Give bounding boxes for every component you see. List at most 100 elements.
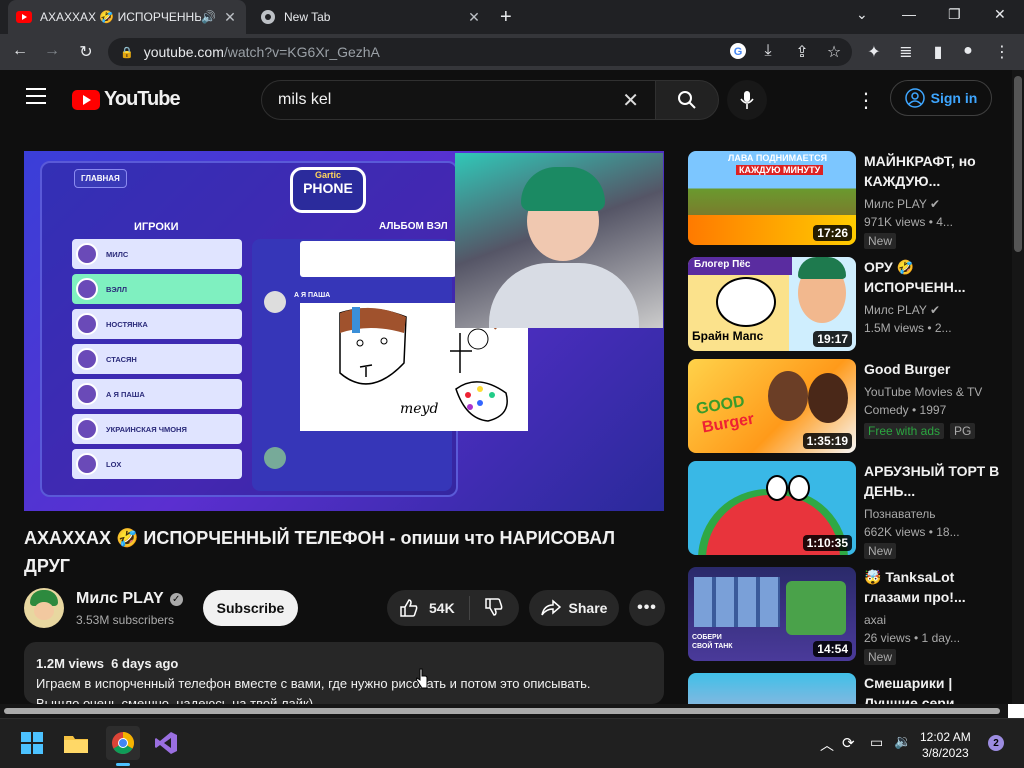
player-avatar [76, 383, 98, 405]
clock-date: 3/8/2023 [921, 746, 969, 760]
dislike-button[interactable] [484, 597, 504, 620]
chrome-menu-icon[interactable]: ⋮ [992, 42, 1012, 62]
clear-search-icon[interactable]: ✕ [622, 88, 639, 113]
player-avatar [76, 418, 98, 440]
forward-icon[interactable]: → [42, 42, 62, 60]
video-thumbnail[interactable]: GOOD Burger 1:35:19 [688, 359, 856, 453]
visual-studio-icon[interactable] [152, 729, 180, 757]
search-input[interactable]: mils kel ✕ [261, 80, 656, 120]
player-avatar [76, 313, 98, 335]
verified-icon: ✔ [929, 303, 941, 317]
scrollbar-thumb[interactable] [1014, 76, 1022, 252]
video-thumbnail[interactable]: 1:10:35 [688, 461, 856, 555]
logo-text: YouTube [104, 88, 181, 110]
close-tab-icon[interactable]: ✕ [222, 9, 238, 26]
minimize-button[interactable]: — [902, 6, 916, 22]
players-list: МИЛС ВЭЛЛ НОСТЯНКА СТАСЯН А Я ПАША УКРАИНСКАЯ… [72, 239, 242, 484]
player-name: А Я ПАША [106, 389, 145, 399]
video-thumbnail[interactable]: ЛАВА ПОДНИМАЕТСЯ КАЖДУЮ МИНУТУ 17:26 [688, 151, 856, 245]
tab-new-tab[interactable]: New Tab ✕ [252, 0, 490, 34]
recommendation-title: Смешарики | Лучшие сери... [864, 675, 967, 704]
verified-icon: ✔ [929, 197, 941, 211]
album-header: АЛЬБОМ ВЭЛ [379, 221, 448, 232]
recommendation-item[interactable]: Смешарики | Лучшие сери... [688, 673, 1008, 704]
close-window-button[interactable]: ✕ [994, 6, 1006, 23]
tab-youtube-video[interactable]: АХАХХАХ 🤣 ИСПОРЧЕННЫЙ ТЕЛЕФОН 🔊 ✕ [8, 0, 246, 34]
recommendation-item[interactable]: 1:10:35 АРБУЗНЫЙ ТОРТ В ДЕНЬ... Познават… [688, 461, 1008, 559]
more-actions-button[interactable]: ••• [629, 590, 665, 626]
player-name: СТАСЯН [106, 354, 137, 364]
description-line-2: Вышло очень смешно, надеюсь на твой лайк… [36, 696, 314, 704]
recommendation-item[interactable]: ЛАВА ПОДНИМАЕТСЯ КАЖДУЮ МИНУТУ 17:26 МАЙ… [688, 151, 1008, 249]
notification-badge[interactable]: 2 [988, 735, 1004, 751]
extensions-icon[interactable]: ✦ [864, 42, 884, 62]
restore-button[interactable]: ❐ [948, 6, 961, 23]
url-path: /watch?v=KG6Xr_GezhA [223, 44, 380, 60]
install-icon[interactable]: ⤓ [758, 42, 778, 60]
tab-title: New Tab [284, 10, 331, 24]
new-tab-button[interactable]: + [500, 6, 512, 29]
video-player[interactable]: ГЛАВНАЯ Gartic PHONE ИГРОКИ АЛЬБОМ ВЭЛ М… [24, 151, 664, 511]
side-panel-icon[interactable]: ▮ [928, 42, 948, 62]
tray-chevron-icon[interactable]: ︿ [820, 735, 834, 755]
video-description[interactable]: 1.2M views 6 days ago Играем в испорченн… [24, 642, 664, 704]
channel-name-link[interactable]: Милс PLAY ✓ [76, 590, 183, 608]
video-thumbnail[interactable] [688, 673, 856, 704]
search-query: mils kel [278, 91, 332, 108]
close-tab-icon[interactable]: ✕ [466, 9, 482, 26]
volume-icon[interactable]: 🔉 [894, 733, 911, 750]
more-options-icon[interactable]: ⋮ [856, 88, 876, 113]
game-player-row: LOX [72, 449, 242, 479]
sign-in-label: Sign in [930, 90, 978, 106]
recommendation-item[interactable]: Блогер Пёс Брайн Мапс 19:17 ОРУ 🤣 ИСПОРЧ… [688, 257, 1008, 353]
reload-icon[interactable]: ↻ [76, 42, 96, 62]
like-button[interactable]: 54K [399, 598, 455, 618]
windows-start-icon[interactable] [18, 729, 46, 757]
browser-tab-strip: АХАХХАХ 🤣 ИСПОРЧЕННЫЙ ТЕЛЕФОН 🔊 ✕ New Ta… [0, 0, 1024, 34]
media-control-icon[interactable]: ≣ [896, 42, 916, 62]
recommendation-meta: 971K views • 4... [864, 215, 953, 229]
chrome-taskbar-icon[interactable] [106, 726, 140, 760]
back-icon[interactable]: ← [10, 42, 30, 60]
speaker-icon[interactable]: 🔊 [201, 10, 216, 24]
tab-search-icon[interactable]: ⌄ [856, 6, 868, 23]
player-name: LOX [106, 459, 122, 469]
upload-age: 6 days ago [111, 656, 179, 671]
horizontal-scrollbar[interactable] [0, 704, 1012, 718]
video-thumbnail[interactable]: Блогер Пёс Брайн Мапс 19:17 [688, 257, 856, 351]
vertical-scrollbar[interactable] [1012, 70, 1024, 704]
sign-in-button[interactable]: Sign in [890, 80, 992, 116]
clock-time: 12:02 AM [920, 730, 971, 744]
recommendation-title: МАЙНКРАФТ, но КАЖДУЮ... [864, 153, 976, 189]
scrollbar-thumb[interactable] [4, 708, 1000, 714]
search-button[interactable] [655, 80, 719, 120]
recommendation-item[interactable]: СОБЕРИ СВОЙ ТАНК 14:54 🤯 TanksaLot глаза… [688, 567, 1008, 665]
browser-toolbar: ← → ↻ 🔒 youtube.com/watch?v=KG6Xr_GezhA … [0, 34, 1024, 70]
video-thumbnail[interactable]: СОБЕРИ СВОЙ ТАНК 14:54 [688, 567, 856, 661]
channel-avatar[interactable] [24, 588, 64, 628]
subscribe-button[interactable]: Subscribe [203, 590, 298, 626]
file-explorer-icon[interactable] [62, 729, 90, 757]
system-clock[interactable]: 12:02 AM 3/8/2023 [920, 729, 971, 761]
svg-text:meyd: meyd [400, 401, 438, 417]
display-icon[interactable]: ▭ [870, 734, 883, 751]
profile-icon[interactable]: ● [958, 42, 978, 60]
chat-bubble [300, 241, 456, 277]
bookmark-star-icon[interactable]: ☆ [824, 42, 844, 62]
player-avatar [76, 453, 98, 475]
game-player-row: УКРАИНСКАЯ ЧМОНЯ [72, 414, 242, 444]
game-player-row: МИЛС [72, 239, 242, 269]
share-button[interactable]: Share [529, 590, 619, 626]
recommendation-item[interactable]: GOOD Burger 1:35:19 Good Burger YouTube … [688, 359, 1008, 455]
sync-icon[interactable]: ⟳ [842, 734, 855, 752]
channel-row: Милс PLAY ✓ 3.53M subscribers Subscribe … [24, 588, 665, 628]
recommendation-meta: 1.5M views • 2... [864, 321, 952, 335]
more-horizontal-icon: ••• [637, 599, 657, 616]
hamburger-menu-icon[interactable] [26, 88, 46, 104]
lock-icon[interactable]: 🔒 [120, 46, 134, 59]
chat-avatar [264, 291, 286, 313]
voice-search-button[interactable] [727, 80, 767, 120]
share-icon[interactable]: ⇪ [792, 42, 812, 62]
google-icon[interactable]: G [728, 42, 748, 65]
youtube-logo[interactable]: YouTube [72, 88, 181, 111]
